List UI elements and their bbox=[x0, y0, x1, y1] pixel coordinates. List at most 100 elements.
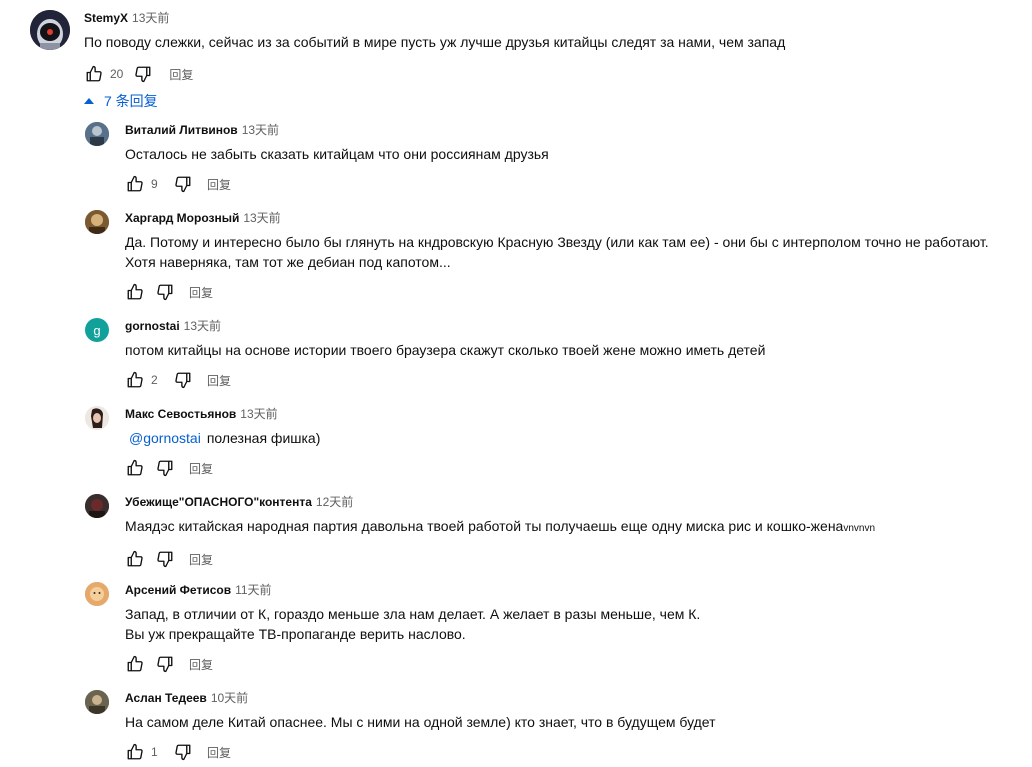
like-button[interactable] bbox=[125, 742, 145, 762]
like-button[interactable] bbox=[84, 64, 104, 84]
thumbs-down-icon bbox=[157, 656, 173, 673]
reply-button[interactable]: 回复 bbox=[169, 66, 193, 83]
comment-author[interactable]: gornostai bbox=[125, 319, 180, 333]
like-button[interactable] bbox=[125, 654, 145, 674]
comment-text: Маядэс китайская народная партия давольн… bbox=[125, 516, 1025, 539]
dislike-button[interactable] bbox=[173, 370, 193, 390]
reply-button[interactable]: 回复 bbox=[207, 744, 231, 761]
comment-time[interactable]: 13天前 bbox=[184, 319, 221, 333]
dislike-button[interactable] bbox=[155, 549, 175, 569]
dislike-button[interactable] bbox=[155, 458, 175, 478]
comment-text-line2: Вы уж прекращайте ТВ-пропаганде верить н… bbox=[125, 626, 466, 642]
thumbs-up-icon bbox=[86, 65, 102, 82]
comment-header: StemyX 13天前 bbox=[84, 10, 1014, 26]
comment-actions: 回复 bbox=[125, 549, 1025, 569]
avatar[interactable] bbox=[85, 582, 109, 606]
like-count: 20 bbox=[110, 67, 124, 81]
comment-author[interactable]: Харгард Морозный bbox=[125, 211, 239, 225]
avatar[interactable] bbox=[30, 10, 70, 50]
dislike-button[interactable] bbox=[173, 174, 193, 194]
avatar-letter: g bbox=[93, 322, 101, 338]
like-count: 2 bbox=[151, 373, 158, 387]
comment-text: На самом деле Китай опаснее. Мы с ними н… bbox=[125, 714, 716, 730]
avatar[interactable] bbox=[85, 122, 109, 146]
thumbs-up-icon bbox=[127, 743, 143, 760]
thumbs-down-icon bbox=[157, 284, 173, 301]
dislike-button[interactable] bbox=[155, 282, 175, 302]
avatar[interactable] bbox=[85, 494, 109, 518]
comment-time[interactable]: 10天前 bbox=[211, 691, 248, 705]
avatar-image-icon bbox=[85, 122, 109, 146]
comment-text-line2: Хотя наверняка, там тот же дебиан под ка… bbox=[125, 254, 451, 270]
thumbs-up-icon bbox=[127, 655, 143, 672]
thumbs-down-icon bbox=[157, 551, 173, 568]
comment-time[interactable]: 13天前 bbox=[242, 123, 279, 137]
comment-time[interactable]: 11天前 bbox=[235, 583, 271, 597]
comment-author[interactable]: Аслан Тедеев bbox=[125, 691, 207, 705]
reply-button[interactable]: 回复 bbox=[207, 372, 231, 389]
comment-author[interactable]: Макс Севостьянов bbox=[125, 407, 236, 421]
comments-section: StemyX 13天前 По поводу слежки, сейчас из з… bbox=[0, 0, 1032, 767]
avatar[interactable] bbox=[85, 210, 109, 234]
replies-count-label: 7 条回复 bbox=[104, 93, 158, 109]
mention-link[interactable]: @gornostai bbox=[129, 430, 201, 446]
comment-time[interactable]: 12天前 bbox=[316, 495, 353, 509]
like-button[interactable] bbox=[125, 174, 145, 194]
comment-time[interactable]: 13天前 bbox=[132, 11, 169, 25]
comment-actions: 9 回复 bbox=[125, 174, 1025, 194]
comment-time[interactable]: 13天前 bbox=[240, 407, 277, 421]
avatar[interactable] bbox=[85, 690, 109, 714]
dislike-button[interactable] bbox=[155, 654, 175, 674]
dislike-button[interactable] bbox=[173, 742, 193, 762]
thumbs-down-icon bbox=[175, 744, 191, 761]
avatar[interactable] bbox=[85, 406, 109, 430]
comment-actions: 回复 bbox=[125, 282, 1025, 302]
reply-button[interactable]: 回复 bbox=[207, 176, 231, 193]
hide-replies-button[interactable]: 7 条回复 bbox=[84, 92, 158, 110]
comment-text: Осталось не забыть сказать китайцам что … bbox=[125, 146, 549, 162]
reply-button[interactable]: 回复 bbox=[189, 284, 213, 301]
comment-actions: 回复 bbox=[125, 654, 1025, 674]
comment-actions: 1 回复 bbox=[125, 742, 1025, 762]
comment-actions: 回复 bbox=[125, 458, 1025, 478]
avatar-image-icon bbox=[85, 582, 109, 606]
helmet-avatar-icon bbox=[30, 10, 70, 50]
like-button[interactable] bbox=[125, 282, 145, 302]
avatar-image-icon bbox=[85, 690, 109, 714]
comment-actions: 20 回复 bbox=[84, 64, 1014, 84]
comment-text: Да. Потому и интересно было бы глянуть н… bbox=[125, 234, 989, 250]
like-button[interactable] bbox=[125, 549, 145, 569]
comment-text: Запад, в отличии от К, гораздо меньше зл… bbox=[125, 606, 701, 622]
like-button[interactable] bbox=[125, 370, 145, 390]
reply-button[interactable]: 回复 bbox=[189, 656, 213, 673]
avatar-image-icon bbox=[85, 406, 109, 430]
comment-text: @gornostai полезная фишка) bbox=[125, 428, 1025, 448]
reply-button[interactable]: 回复 bbox=[189, 460, 213, 477]
dislike-button[interactable] bbox=[133, 64, 153, 84]
comment-text: потом китайцы на основе истории твоего б… bbox=[125, 342, 766, 358]
reply-button[interactable]: 回复 bbox=[189, 551, 213, 568]
comment-author[interactable]: Виталий Литвинов bbox=[125, 123, 238, 137]
comment-time[interactable]: 13天前 bbox=[243, 211, 280, 225]
like-button[interactable] bbox=[125, 458, 145, 478]
comment-text-tail: vnvnvn bbox=[843, 523, 876, 534]
comment-author[interactable]: Арсений Фетисов bbox=[125, 583, 231, 597]
comment-author[interactable]: StemyX bbox=[84, 11, 128, 25]
like-count: 9 bbox=[151, 177, 158, 191]
thumbs-down-icon bbox=[175, 372, 191, 389]
thumbs-up-icon bbox=[127, 371, 143, 388]
thumbs-down-icon bbox=[175, 176, 191, 193]
thumbs-down-icon bbox=[157, 460, 173, 477]
thumbs-down-icon bbox=[135, 66, 151, 83]
comment-text-body: полезная фишка) bbox=[206, 430, 321, 446]
thumbs-up-icon bbox=[127, 175, 143, 192]
comment-text-body: Маядэс китайская народная партия давольн… bbox=[125, 518, 844, 534]
avatar[interactable]: g bbox=[85, 318, 109, 342]
comment-text: По поводу слежки, сейчас из за событий в… bbox=[84, 34, 786, 50]
comment-author[interactable]: Убежище"ОПАСНОГО"контента bbox=[125, 495, 312, 509]
avatar-image-icon bbox=[85, 494, 109, 518]
like-count: 1 bbox=[151, 745, 158, 759]
comment-actions: 2 回复 bbox=[125, 370, 1025, 390]
thumbs-up-icon bbox=[127, 283, 143, 300]
caret-up-icon bbox=[84, 98, 94, 104]
